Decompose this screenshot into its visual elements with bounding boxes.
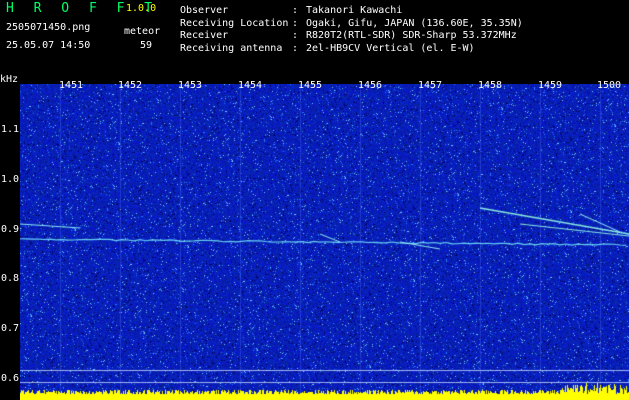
app-version: 1.0.0 bbox=[126, 3, 157, 14]
info-separator: : bbox=[292, 5, 299, 16]
info-separator: : bbox=[292, 30, 299, 41]
info-value: Ogaki, Gifu, JAPAN (136.60E, 35.35N) bbox=[306, 17, 523, 29]
info-value: R820T2(RTL-SDR) SDR-Sharp 53.372MHz bbox=[306, 30, 517, 41]
y-tick-0-6: 0.6 bbox=[1, 373, 20, 384]
info-label: Observer bbox=[180, 5, 229, 16]
spectrogram bbox=[20, 84, 629, 400]
capture-datetime: 25.05.07 14:50 bbox=[6, 40, 91, 51]
info-value: Takanori Kawachi bbox=[306, 5, 403, 16]
x-tick-1459: 1459 bbox=[538, 80, 563, 91]
x-tick-1451: 1451 bbox=[59, 80, 84, 91]
info-separator: : bbox=[292, 42, 299, 54]
meteor-count: 59 bbox=[140, 40, 153, 51]
info-separator: : bbox=[292, 17, 299, 29]
y-axis-unit: kHz bbox=[0, 74, 19, 85]
info-label: Receiving antenna bbox=[180, 42, 283, 54]
file-name: 2505071450.png bbox=[6, 22, 91, 33]
x-tick-1457: 1457 bbox=[418, 80, 443, 91]
x-tick-1455: 1455 bbox=[298, 80, 323, 91]
info-row-location: Receiving Location : Ogaki, Gifu, JAPAN … bbox=[180, 18, 523, 31]
info-row-receiver: Receiver : R820T2(RTL-SDR) SDR-Sharp 53.… bbox=[180, 30, 523, 43]
x-tick-1500: 1500 bbox=[597, 80, 622, 91]
meteor-label: meteor bbox=[124, 26, 161, 37]
x-tick-1454: 1454 bbox=[238, 80, 263, 91]
x-tick-1458: 1458 bbox=[478, 80, 503, 91]
info-value: 2el-HB9CV Vertical (el. E-W) bbox=[306, 42, 475, 54]
x-tick-1453: 1453 bbox=[178, 80, 203, 91]
y-tick-1-1: 1.1 bbox=[1, 124, 20, 135]
x-tick-1456: 1456 bbox=[358, 80, 383, 91]
station-info: Observer : Takanori Kawachi Receiving Lo… bbox=[180, 5, 523, 55]
y-tick-0-8: 0.8 bbox=[1, 273, 20, 284]
info-row-observer: Observer : Takanori Kawachi bbox=[180, 5, 523, 18]
y-tick-1-0: 1.0 bbox=[1, 174, 20, 185]
info-label: Receiver bbox=[180, 30, 229, 41]
info-row-antenna: Receiving antenna : 2el-HB9CV Vertical (… bbox=[180, 43, 523, 56]
info-label: Receiving Location bbox=[180, 17, 289, 29]
y-tick-0-9: 0.9 bbox=[1, 224, 20, 235]
x-tick-1452: 1452 bbox=[118, 80, 143, 91]
spectrogram-canvas bbox=[20, 84, 629, 400]
y-tick-0-7: 0.7 bbox=[1, 323, 20, 334]
